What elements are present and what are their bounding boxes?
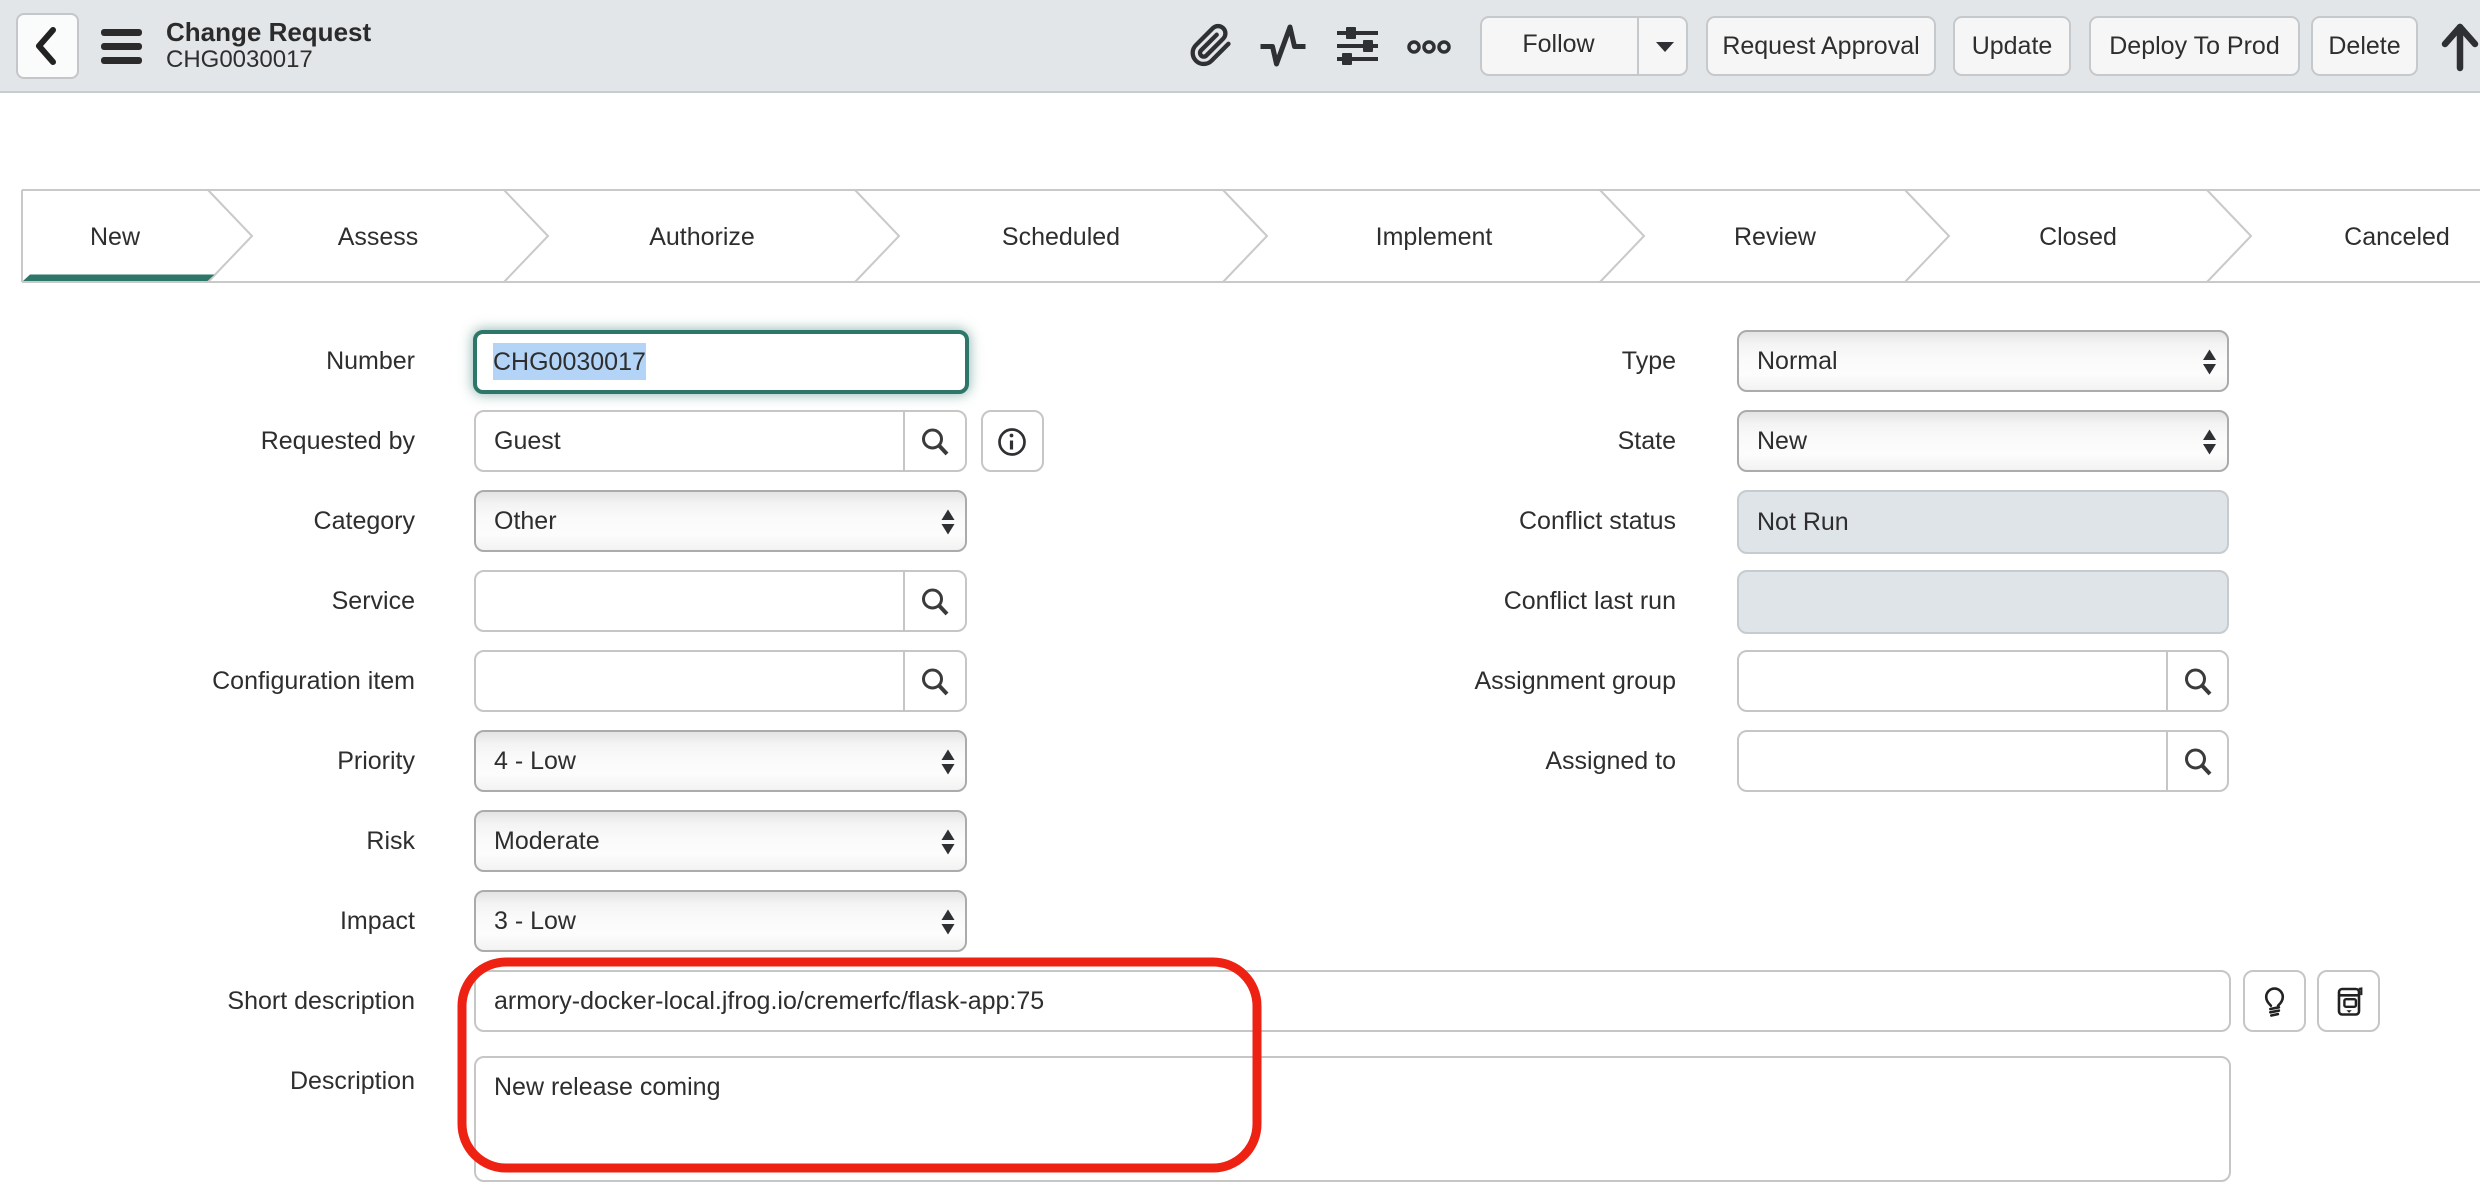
svg-text:Review: Review xyxy=(1734,223,1817,251)
svg-text:Canceled: Canceled xyxy=(2344,223,2450,251)
svg-text:Scheduled: Scheduled xyxy=(1002,223,1120,251)
svg-text:Authorize: Authorize xyxy=(649,223,755,251)
svg-text:Implement: Implement xyxy=(1376,223,1493,251)
svg-text:Assess: Assess xyxy=(338,223,419,251)
svg-text:New: New xyxy=(90,223,141,251)
svg-text:Closed: Closed xyxy=(2039,223,2117,251)
